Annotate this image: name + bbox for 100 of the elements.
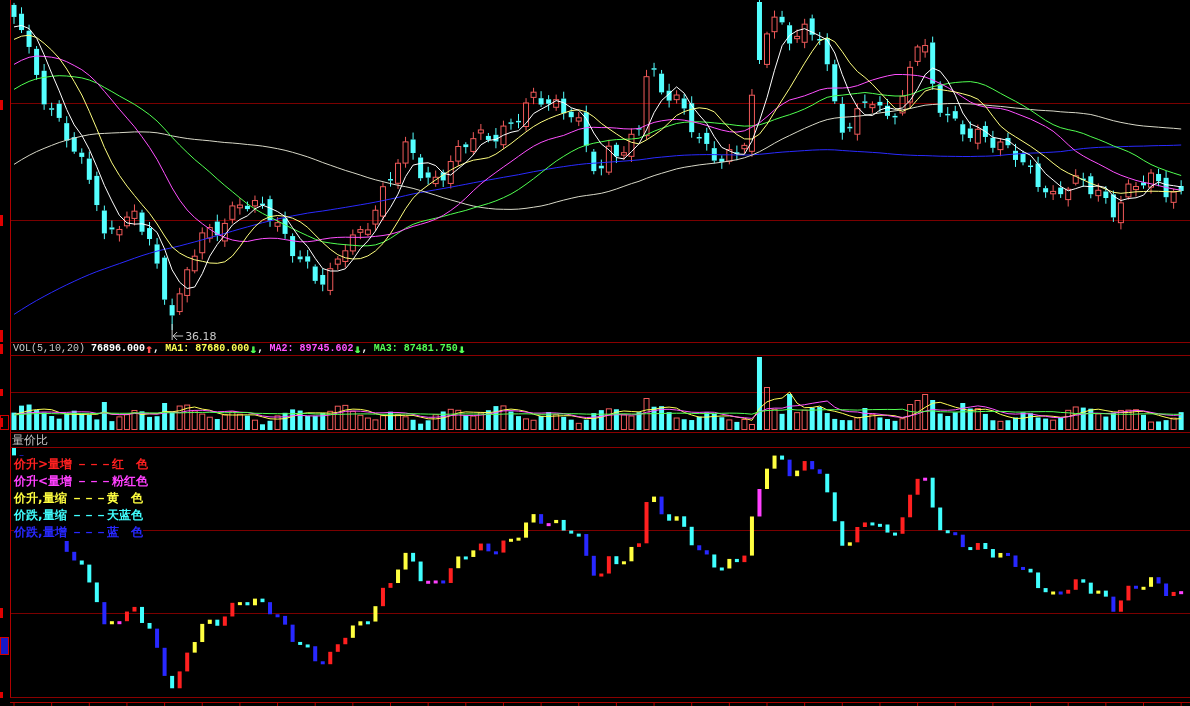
falling-price-shrinking-volume-bar <box>877 523 882 527</box>
falling-price-growing-volume-bar <box>591 555 596 576</box>
rising-price-shrinking-volume-bar <box>252 598 257 606</box>
falling-price-growing-volume-bar <box>1005 552 1010 556</box>
rising-price-shrinking-volume-bar <box>1149 577 1154 587</box>
rising-price-shrinking-volume-bar <box>629 546 634 562</box>
price-leads-volume-bar <box>1126 585 1131 601</box>
falling-price-shrinking-volume-bar <box>215 619 220 626</box>
rising-price-shrinking-volume-bar <box>795 470 800 477</box>
falling-price-shrinking-volume-bar <box>147 622 152 629</box>
falling-price-shrinking-volume-bar <box>712 554 717 568</box>
legend-item: 价升<量增 －－－粉红色 <box>14 473 149 490</box>
falling-price-shrinking-volume-bar <box>614 556 619 565</box>
legend-item: 价跌,量缩 －－－天蓝色 <box>14 507 143 524</box>
price-leads-volume-bar <box>637 543 641 547</box>
volume-reading: MA2: 89745.602 <box>269 343 354 355</box>
falling-price-shrinking-volume-bar <box>561 519 566 531</box>
falling-price-shrinking-volume-bar <box>667 514 672 521</box>
trend-arrow: ↓ <box>353 343 361 355</box>
rising-price-shrinking-volume-bar <box>847 542 852 546</box>
rising-price-shrinking-volume-bar <box>207 619 212 624</box>
rising-price-shrinking-volume-bar <box>652 496 657 502</box>
falling-price-growing-volume-bar <box>441 580 446 584</box>
falling-price-growing-volume-bar <box>155 628 160 648</box>
falling-price-shrinking-volume-bar <box>418 561 423 582</box>
price-leads-volume-bar <box>448 568 453 583</box>
falling-price-growing-volume-bar <box>1111 596 1116 612</box>
falling-price-growing-volume-bar <box>787 459 792 477</box>
falling-price-shrinking-volume-bar <box>411 552 416 562</box>
rising-price-shrinking-volume-bar <box>237 602 242 606</box>
price-leads-volume-bar <box>177 671 182 689</box>
axis-marker-icon <box>0 415 9 430</box>
rising-price-shrinking-volume-bar <box>109 621 114 625</box>
volume-indicator-title: VOL(5,10,20) <box>13 343 85 355</box>
volume-leads-price-bar <box>1179 591 1184 595</box>
volume-reading: MA3: 87481.750 <box>373 343 458 355</box>
price-leads-volume-bar <box>230 602 235 617</box>
volume-leads-price-bar <box>757 489 762 517</box>
falling-price-growing-volume-bar <box>697 545 702 551</box>
volume-leads-price-bar <box>117 621 122 625</box>
falling-price-shrinking-volume-bar <box>12 448 16 456</box>
rising-price-shrinking-volume-bar <box>350 625 355 638</box>
falling-price-shrinking-volume-bar <box>140 606 144 623</box>
rising-price-shrinking-volume-bar <box>403 552 408 570</box>
price-leads-volume-bar <box>335 644 340 652</box>
falling-price-shrinking-volume-bar <box>1043 588 1048 593</box>
falling-price-shrinking-volume-bar <box>780 455 785 460</box>
price-leads-volume-bar <box>908 494 913 518</box>
falling-price-shrinking-volume-bar <box>885 524 890 533</box>
price-leads-volume-bar <box>501 540 506 553</box>
falling-price-growing-volume-bar <box>290 624 295 642</box>
rising-price-shrinking-volume-bar <box>727 558 732 569</box>
separator: , <box>361 343 368 355</box>
indicator-title: 量价比 <box>11 433 49 447</box>
falling-price-shrinking-volume-bar <box>1081 579 1086 583</box>
falling-price-shrinking-volume-bar <box>298 641 303 645</box>
falling-price-shrinking-volume-bar <box>983 543 988 550</box>
price-leads-volume-bar <box>1073 579 1078 590</box>
falling-price-growing-volume-bar <box>275 614 280 618</box>
rising-price-shrinking-volume-bar <box>192 642 197 653</box>
price-leads-volume-bar <box>1066 589 1071 594</box>
volume-reading: MA1: 87680.000 <box>165 343 250 355</box>
falling-price-growing-volume-bar <box>584 534 589 556</box>
falling-price-shrinking-volume-bar <box>569 530 574 534</box>
rising-price-shrinking-volume-bar <box>531 514 536 523</box>
falling-price-growing-volume-bar <box>162 647 167 676</box>
falling-price-shrinking-volume-bar <box>576 533 581 537</box>
price-leads-volume-bar <box>185 652 190 672</box>
rising-price-shrinking-volume-bar <box>509 538 513 542</box>
price-leads-volume-bar <box>478 543 483 551</box>
falling-price-shrinking-volume-bar <box>1036 572 1041 589</box>
separator: , <box>153 343 160 355</box>
falling-price-shrinking-volume-bar <box>260 598 265 603</box>
rising-price-shrinking-volume-bar <box>749 516 754 556</box>
falling-price-growing-volume-bar <box>960 534 965 548</box>
volume-leads-price-bar <box>546 523 551 527</box>
price-leads-volume-bar <box>1118 600 1123 612</box>
rising-price-shrinking-volume-bar <box>516 537 521 541</box>
falling-price-shrinking-volume-bar <box>825 473 830 493</box>
volume-leads-price-bar <box>433 580 438 584</box>
falling-price-growing-volume-bar <box>72 551 77 561</box>
falling-price-growing-volume-bar <box>1021 566 1025 570</box>
falling-price-shrinking-volume-bar <box>365 621 370 625</box>
price-leads-volume-bar <box>124 611 129 622</box>
price-leads-volume-bar <box>606 556 611 574</box>
falling-price-growing-volume-bar <box>486 543 491 552</box>
volume-leads-price-bar <box>426 580 431 584</box>
falling-price-growing-volume-bar <box>704 550 709 555</box>
rising-price-shrinking-volume-bar <box>765 468 769 489</box>
falling-price-shrinking-volume-bar <box>893 532 897 536</box>
falling-price-shrinking-volume-bar <box>734 558 739 563</box>
falling-price-growing-volume-bar <box>268 602 272 615</box>
falling-price-growing-volume-bar <box>953 532 958 536</box>
rising-price-shrinking-volume-bar <box>358 621 363 626</box>
falling-price-shrinking-volume-bar <box>245 602 250 606</box>
price-leads-volume-bar <box>802 461 807 471</box>
rising-price-shrinking-volume-bar <box>373 606 378 622</box>
separator: , <box>257 343 264 355</box>
price-leads-volume-bar <box>975 543 980 550</box>
falling-price-growing-volume-bar <box>1164 583 1169 596</box>
